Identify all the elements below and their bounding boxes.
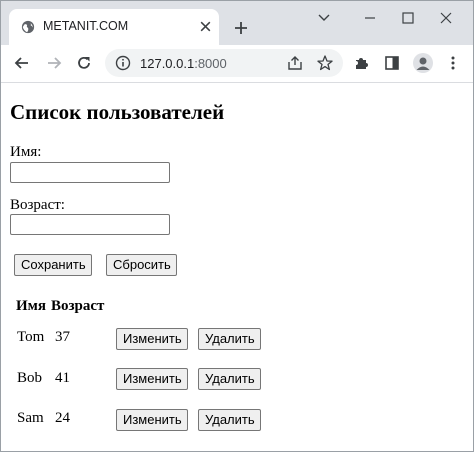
tab-title: METANIT.COM xyxy=(43,19,129,33)
name-label: Имя: xyxy=(10,144,42,160)
share-icon[interactable] xyxy=(286,54,304,72)
delete-button[interactable]: Удалить xyxy=(198,409,261,431)
star-icon[interactable] xyxy=(316,54,334,72)
browser-tab[interactable]: METANIT.COM xyxy=(9,9,219,45)
maximize-icon[interactable] xyxy=(399,9,417,27)
age-input[interactable] xyxy=(10,214,170,235)
minimize-icon[interactable] xyxy=(361,9,379,27)
back-arrow-icon[interactable] xyxy=(13,54,31,72)
delete-button[interactable]: Удалить xyxy=(198,328,261,350)
browser-toolbar: 127.0.0.1:8000 xyxy=(1,45,473,83)
user-age-cell: 37 xyxy=(55,329,70,345)
save-button[interactable]: Сохранить xyxy=(14,254,92,276)
user-name-cell: Tom xyxy=(17,329,45,345)
user-name-cell: Sam xyxy=(17,410,44,426)
header-name: Имя xyxy=(16,298,46,314)
edit-button[interactable]: Изменить xyxy=(116,328,188,350)
new-tab-icon[interactable] xyxy=(233,20,249,36)
side-panel-icon[interactable] xyxy=(383,54,401,72)
reload-icon[interactable] xyxy=(75,54,93,72)
page-title: Список пользователей xyxy=(10,100,225,124)
close-tab-icon[interactable] xyxy=(199,20,212,33)
name-input[interactable] xyxy=(10,162,170,183)
user-age-cell: 41 xyxy=(55,370,70,386)
tab-strip: METANIT.COM xyxy=(1,1,473,45)
url-host: 127.0.0.1 xyxy=(140,56,195,71)
user-icon xyxy=(416,57,430,70)
reset-button[interactable]: Сбросить xyxy=(106,254,177,276)
browser-window: METANIT.COM 127.0.0.1:8000 Список пользо… xyxy=(0,0,474,452)
user-age-cell: 24 xyxy=(55,410,70,426)
forward-arrow-icon[interactable] xyxy=(45,54,63,72)
globe-icon xyxy=(21,20,35,34)
chevron-down-icon[interactable] xyxy=(315,9,333,27)
menu-kebab-icon[interactable] xyxy=(444,54,462,72)
info-icon[interactable] xyxy=(115,55,131,71)
header-age: Возраст xyxy=(51,298,105,314)
edit-button[interactable]: Изменить xyxy=(116,409,188,431)
url-port: :8000 xyxy=(194,56,227,71)
user-name-cell: Bob xyxy=(17,370,43,386)
profile-avatar[interactable] xyxy=(413,53,433,73)
delete-button[interactable]: Удалить xyxy=(198,368,261,390)
edit-button[interactable]: Изменить xyxy=(116,368,188,390)
url-text[interactable]: 127.0.0.1:8000 xyxy=(140,56,227,71)
page-content: Список пользователей Имя: Возраст: Сохра… xyxy=(1,83,473,451)
address-bar[interactable]: 127.0.0.1:8000 xyxy=(105,49,343,77)
age-label: Возраст: xyxy=(10,197,65,213)
close-window-icon[interactable] xyxy=(437,9,455,27)
extensions-puzzle-icon[interactable] xyxy=(353,54,371,72)
